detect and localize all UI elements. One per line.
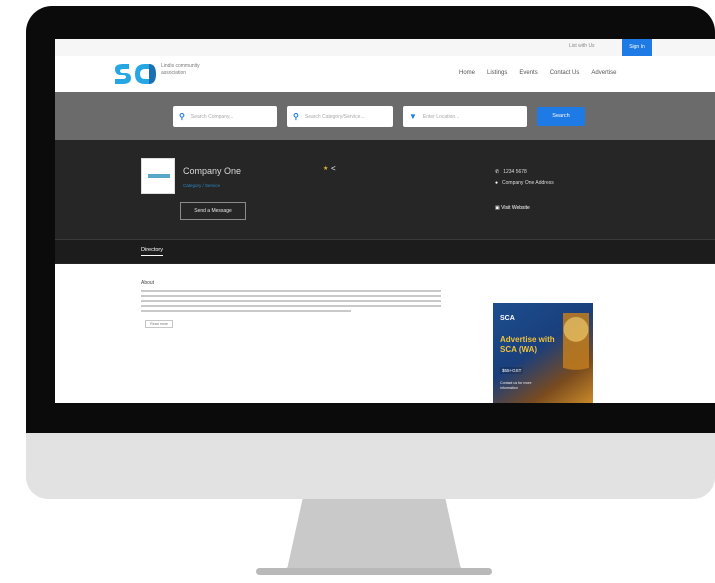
tab-bar: Directory: [55, 239, 715, 263]
search-button[interactable]: Search: [537, 107, 585, 126]
send-message-button[interactable]: Send a Message: [180, 202, 246, 220]
nav-item-listings[interactable]: Listings: [487, 70, 507, 76]
location-search-placeholder: Enter Location...: [422, 113, 460, 120]
search-icon: ⚲: [179, 112, 185, 121]
company-phone[interactable]: ✆ 1234 5678: [495, 169, 527, 175]
company-search-input[interactable]: ⚲ Search Company...: [173, 106, 277, 127]
about-text-line: [141, 300, 441, 302]
top-bar: List with Us Sign In: [55, 39, 715, 56]
tab-directory[interactable]: Directory: [141, 247, 164, 256]
phone-number: 1234 5678: [503, 169, 527, 175]
search-band: ⚲ Search Company... ⚲ Search Category/Se…: [55, 92, 715, 140]
about-text-line: [141, 310, 351, 312]
monitor-stand-base: [256, 568, 492, 575]
list-with-us-link[interactable]: List with Us: [569, 43, 595, 49]
nav-item-events[interactable]: Events: [519, 70, 537, 76]
location-pin-icon: ●: [495, 180, 499, 186]
monitor-chin: [26, 433, 715, 499]
share-icon[interactable]: <: [331, 164, 336, 173]
phone-icon: ✆: [495, 169, 500, 175]
advertisement-banner[interactable]: SCA Advertise with SCA (WA) $55+GST Cont…: [493, 303, 593, 403]
ad-headline: Advertise with SCA (WA): [500, 335, 555, 354]
about-text-line: [141, 295, 441, 297]
nav-item-contact[interactable]: Contact Us: [550, 70, 580, 76]
about-heading: About: [141, 280, 155, 286]
rating-icon: ★: [323, 166, 329, 172]
logo-text: Lindis community association: [161, 63, 200, 76]
main-nav: Home Listings Events Contact Us Advertis…: [459, 70, 616, 76]
category-search-input[interactable]: ⚲ Search Category/Service...: [287, 106, 393, 127]
monitor-screen: List with Us Sign In Lindis community as…: [55, 39, 715, 403]
read-more-button[interactable]: Read more: [145, 320, 173, 328]
about-text-line: [141, 305, 441, 307]
company-address: ● Company One Address: [495, 180, 554, 186]
nav-item-home[interactable]: Home: [459, 70, 475, 76]
address-text: Company One Address: [502, 180, 554, 186]
about-text-line: [141, 290, 441, 292]
ad-illustration: [563, 313, 589, 395]
visit-website-link[interactable]: ▣ Visit Website: [495, 205, 530, 211]
location-search-input[interactable]: ▼ Enter Location...: [403, 106, 527, 127]
site-header: Lindis community association Home Listin…: [55, 56, 715, 92]
monitor-stand: [280, 499, 468, 573]
website-label: Visit Website: [501, 205, 530, 211]
company-name: Company One: [183, 166, 242, 176]
site-logo[interactable]: [113, 63, 157, 85]
monitor-icon: ▣: [495, 205, 500, 211]
search-icon: ⚲: [293, 112, 299, 121]
sign-in-button[interactable]: Sign In: [622, 39, 652, 56]
ad-price: $55+GST: [500, 367, 524, 374]
ad-logo: SCA: [500, 315, 515, 322]
category-search-placeholder: Search Category/Service...: [304, 113, 365, 120]
company-logo: [141, 158, 175, 194]
company-search-placeholder: Search Company...: [190, 113, 234, 120]
location-pin-icon: ▼: [409, 112, 417, 121]
company-category-link[interactable]: Category / Service: [183, 183, 220, 188]
company-content: About Read more: [55, 264, 715, 403]
ad-subtext: Contact us for more information: [500, 381, 532, 390]
nav-item-advertise[interactable]: Advertise: [591, 70, 616, 76]
